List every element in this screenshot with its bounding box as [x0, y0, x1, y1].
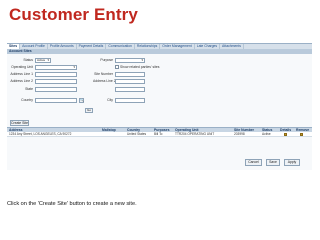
- status-select[interactable]: Active: [35, 58, 51, 63]
- address-line1-input[interactable]: [35, 72, 77, 77]
- address-line1-label: Address Line 1: [10, 72, 33, 76]
- show-related-checkbox[interactable]: [115, 65, 119, 69]
- row-purposes: Bill To: [154, 132, 163, 136]
- state-secondary-input[interactable]: [115, 87, 145, 92]
- address-line2-secondary-label: Address Line 2: [93, 79, 116, 83]
- address-line2-secondary-input[interactable]: [115, 79, 145, 84]
- row-status: Active: [262, 132, 271, 136]
- remove-icon[interactable]: [300, 133, 303, 136]
- country-label: Country: [21, 98, 33, 102]
- slide-title: Customer Entry: [9, 5, 138, 24]
- operating-unit-label: Operating Unit: [11, 65, 33, 69]
- city-label: City: [107, 98, 113, 102]
- site-number-input[interactable]: [115, 72, 145, 77]
- go-button[interactable]: Go: [85, 108, 93, 113]
- city-input[interactable]: [115, 98, 145, 103]
- state-label: State: [25, 87, 33, 91]
- row-operating-unit: TTR204 OPERATING UNIT: [175, 132, 215, 136]
- save-button[interactable]: Save: [266, 159, 280, 166]
- row-country: United States: [127, 132, 147, 136]
- state-input[interactable]: [35, 87, 77, 92]
- section-header: Account Sites: [7, 49, 312, 54]
- cancel-button[interactable]: Cancel: [245, 159, 262, 166]
- create-site-button[interactable]: Create Site: [10, 120, 29, 126]
- row-address: 1234 Any Street, LOS ANGELES, CA 90272: [9, 132, 72, 136]
- row-site-number: 203998: [234, 132, 245, 136]
- address-line2-label: Address Line 2: [10, 79, 33, 83]
- operating-unit-select[interactable]: [35, 65, 77, 70]
- site-number-label: Site Number: [94, 72, 113, 76]
- table-row: 1234 Any Street, LOS ANGELES, CA 90272 U…: [7, 132, 312, 137]
- country-search-icon[interactable]: 🔍: [79, 98, 84, 103]
- purpose-label: Purpose: [100, 58, 113, 62]
- customer-entry-form: Sites Account Profile Profile Amounts Pa…: [7, 43, 312, 170]
- details-icon[interactable]: [284, 133, 287, 136]
- show-related-label: Show related parties' sites: [120, 65, 160, 69]
- country-input[interactable]: [35, 98, 77, 103]
- instruction-caption: Click on the 'Create Site' button to cre…: [7, 201, 137, 207]
- status-label: Status: [23, 58, 33, 62]
- apply-button[interactable]: Apply: [284, 159, 300, 166]
- status-value: Active: [37, 58, 46, 62]
- purpose-select[interactable]: [115, 58, 145, 63]
- address-line2-input[interactable]: [35, 79, 77, 84]
